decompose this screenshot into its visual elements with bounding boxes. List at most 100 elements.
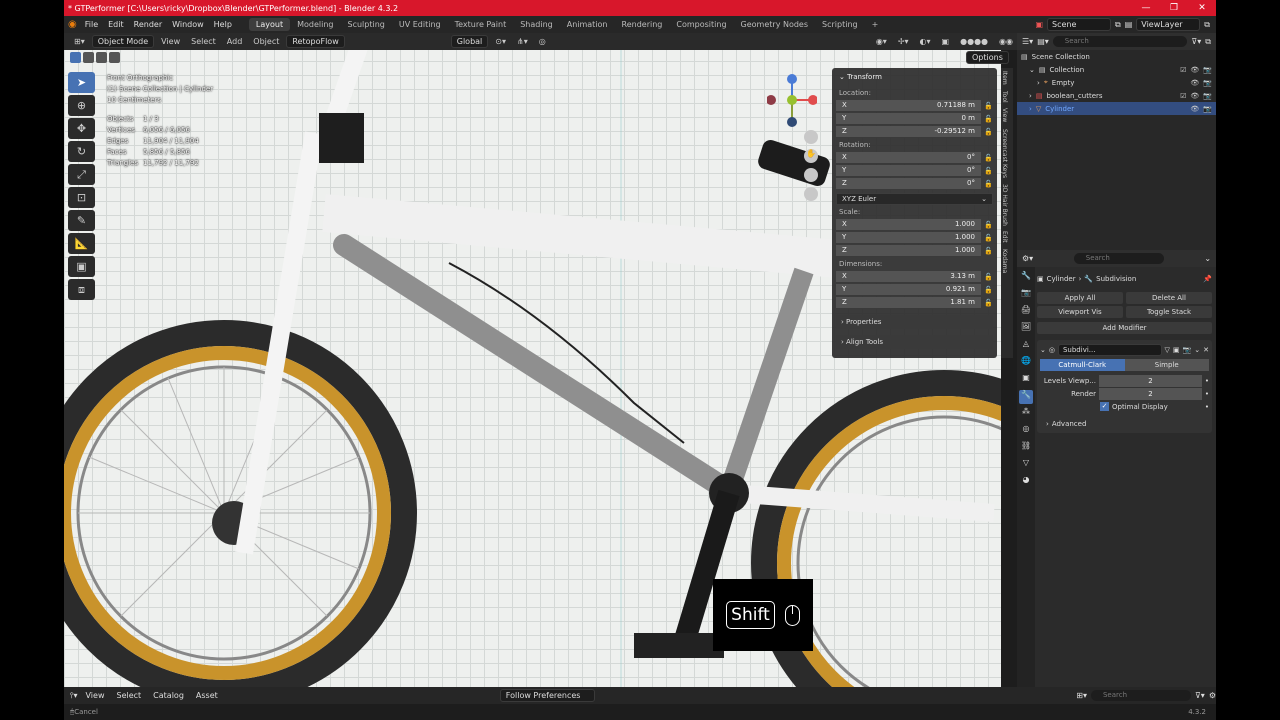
lock-icon[interactable]: 🔓 bbox=[981, 180, 993, 188]
viewport-vis-button[interactable]: Viewport Vis bbox=[1037, 305, 1123, 318]
lock-icon[interactable]: 🔓 bbox=[981, 128, 993, 136]
orientation-dropdown[interactable]: Global bbox=[450, 35, 489, 48]
zoom-icon[interactable] bbox=[804, 130, 818, 144]
menu-select[interactable]: Select bbox=[112, 691, 145, 700]
rotation-mode-dropdown[interactable]: XYZ Euler ⌄ bbox=[836, 193, 993, 205]
apply-all-button[interactable]: Apply All bbox=[1037, 291, 1123, 304]
rotate-tool-icon[interactable]: ↻ bbox=[68, 141, 95, 162]
pin-icon[interactable]: 📌 bbox=[1203, 275, 1212, 283]
gizmo-neg-z-icon[interactable] bbox=[787, 117, 797, 127]
add-cube-tool-icon[interactable]: ▣ bbox=[68, 256, 95, 277]
menu-add[interactable]: Add bbox=[223, 36, 247, 47]
constraints-tab-icon[interactable]: ⛓ bbox=[1019, 441, 1033, 455]
modifier-tab-icon[interactable]: 🔧 bbox=[1019, 390, 1033, 404]
transform-tool-icon[interactable]: ⊡ bbox=[68, 187, 95, 208]
proportional-edit-icon[interactable]: ◎ bbox=[535, 36, 550, 47]
options-dropdown[interactable]: Options bbox=[966, 51, 1009, 64]
tab-kodama[interactable]: Kodama bbox=[1001, 246, 1008, 276]
render-toggle-icon[interactable]: 📷 bbox=[1183, 346, 1192, 354]
menu-object[interactable]: Object bbox=[249, 36, 283, 47]
tab-screencast-keys[interactable]: Screencast Keys bbox=[1001, 126, 1008, 181]
editor-type-icon[interactable]: ⊞▾ bbox=[70, 36, 89, 47]
camera-view-icon[interactable] bbox=[804, 168, 818, 182]
menu-view[interactable]: View bbox=[82, 691, 109, 700]
editor-type-icon[interactable]: ⫯▾ bbox=[70, 691, 78, 701]
rotation-y-field[interactable]: Y 0° bbox=[836, 164, 981, 177]
display-mode-icon[interactable]: ▤▾ bbox=[1037, 37, 1049, 46]
world-tab-icon[interactable]: 🌐 bbox=[1019, 356, 1033, 370]
display-settings-icon[interactable]: ⊞▾ bbox=[1076, 691, 1087, 700]
output-tab-icon[interactable]: 🖨 bbox=[1019, 305, 1033, 319]
gizmo-z-axis-icon[interactable] bbox=[787, 74, 797, 84]
lock-icon[interactable]: 🔓 bbox=[981, 286, 993, 294]
retopoflow-menu[interactable]: RetopoFlow bbox=[286, 35, 345, 48]
gizmo-toggle-icon[interactable]: ✢▾ bbox=[894, 36, 913, 47]
properties-section[interactable]: › Properties bbox=[836, 315, 993, 329]
dimension-z-field[interactable]: Z 1.81 m bbox=[836, 296, 981, 309]
outliner-row-empty[interactable]: › ⌖ Empty 👁 📷 bbox=[1017, 76, 1216, 89]
workspace-tab-shading[interactable]: Shading bbox=[513, 18, 560, 31]
filter-icon[interactable]: ⊽▾ bbox=[1195, 691, 1205, 700]
workspace-tab-layout[interactable]: Layout bbox=[248, 18, 291, 31]
lock-icon[interactable]: 🔓 bbox=[981, 234, 993, 242]
close-button[interactable]: ✕ bbox=[1188, 3, 1216, 13]
workspace-tab-sculpting[interactable]: Sculpting bbox=[341, 18, 392, 31]
select-subtract-icon[interactable] bbox=[96, 52, 107, 63]
viewlayer-field[interactable]: ViewLayer bbox=[1136, 18, 1201, 31]
physics-tab-icon[interactable]: ◎ bbox=[1019, 424, 1033, 438]
select-extend-icon[interactable] bbox=[83, 52, 94, 63]
catmull-clark-tab[interactable]: Catmull-Clark bbox=[1040, 359, 1125, 371]
outliner-search-input[interactable]: Search bbox=[1052, 36, 1188, 47]
object-tab-icon[interactable]: ▣ bbox=[1019, 373, 1033, 387]
blender-logo-icon[interactable]: ◉ bbox=[68, 19, 77, 30]
align-tools-section[interactable]: › Align Tools bbox=[836, 335, 993, 349]
select-tool-icon[interactable]: ➤ bbox=[68, 72, 95, 93]
properties-editor-icon[interactable]: ⚙▾ bbox=[1022, 254, 1033, 263]
tab-edit[interactable]: Edit bbox=[1001, 228, 1008, 246]
gizmo-x-axis-icon[interactable] bbox=[808, 95, 817, 105]
tab-3d-hair-brush[interactable]: 3D Hair Brush bbox=[1001, 181, 1008, 229]
maximize-button[interactable]: ❐ bbox=[1160, 3, 1188, 13]
lock-icon[interactable]: 🔓 bbox=[981, 221, 993, 229]
lock-icon[interactable]: 🔓 bbox=[981, 299, 993, 307]
transform-header[interactable]: Transform bbox=[847, 73, 882, 81]
import-method-dropdown[interactable]: Follow Preferences bbox=[499, 689, 595, 702]
tool-tab-icon[interactable]: 🔧 bbox=[1019, 271, 1033, 285]
location-x-field[interactable]: X 0.71188 m bbox=[836, 99, 981, 112]
scene-tab-icon[interactable]: ◬ bbox=[1019, 339, 1033, 353]
outliner-row-cylinder[interactable]: › ▽ Cylinder 👁 📷 bbox=[1017, 102, 1216, 115]
xray-icon[interactable]: ▣ bbox=[938, 36, 954, 47]
select-new-icon[interactable] bbox=[70, 52, 81, 63]
new-collection-icon[interactable]: ⧉ bbox=[1205, 37, 1211, 47]
overlay-toggle-icon[interactable]: ◐▾ bbox=[916, 36, 935, 47]
asset-search-input[interactable]: Search bbox=[1090, 690, 1191, 701]
outliner-row-boolean-cutters[interactable]: › ▤ boolean_cutters ☑ 👁 📷 bbox=[1017, 89, 1216, 102]
select-invert-icon[interactable] bbox=[109, 52, 120, 63]
workspace-tab-animation[interactable]: Animation bbox=[560, 18, 615, 31]
lock-icon[interactable]: 🔓 bbox=[981, 273, 993, 281]
extra-tool-icon[interactable]: ⧈ bbox=[68, 279, 95, 300]
particles-tab-icon[interactable]: ⁂ bbox=[1019, 407, 1033, 421]
lock-icon[interactable]: 🔓 bbox=[981, 154, 993, 162]
scale-y-field[interactable]: Y 1.000 bbox=[836, 231, 981, 244]
modifier-menu-icon[interactable]: ⌄ bbox=[1194, 346, 1200, 354]
workspace-tab-geometry-nodes[interactable]: Geometry Nodes bbox=[734, 18, 815, 31]
lock-icon[interactable]: 🔓 bbox=[981, 167, 993, 175]
menu-help[interactable]: Help bbox=[209, 20, 237, 29]
lock-icon[interactable]: 🔓 bbox=[981, 102, 993, 110]
workspace-tab-modeling[interactable]: Modeling bbox=[290, 18, 340, 31]
measure-tool-icon[interactable]: 📐 bbox=[68, 233, 95, 254]
properties-search-input[interactable]: Search bbox=[1073, 253, 1164, 264]
menu-render[interactable]: Render bbox=[129, 20, 167, 29]
snap-icon[interactable]: ⋔▾ bbox=[513, 36, 532, 47]
navigation-gizmo[interactable] bbox=[767, 73, 817, 128]
scale-z-field[interactable]: Z 1.000 bbox=[836, 244, 981, 257]
chevron-down-icon[interactable]: ⌄ bbox=[1204, 254, 1211, 263]
annotate-tool-icon[interactable]: ✎ bbox=[68, 210, 95, 231]
material-tab-icon[interactable]: ◕ bbox=[1019, 475, 1033, 489]
add-modifier-button[interactable]: Add Modifier bbox=[1037, 321, 1212, 334]
minimize-button[interactable]: — bbox=[1132, 3, 1160, 13]
delete-all-button[interactable]: Delete All bbox=[1126, 291, 1212, 304]
rotation-x-field[interactable]: X 0° bbox=[836, 151, 981, 164]
render-tab-icon[interactable]: 📷 bbox=[1019, 288, 1033, 302]
